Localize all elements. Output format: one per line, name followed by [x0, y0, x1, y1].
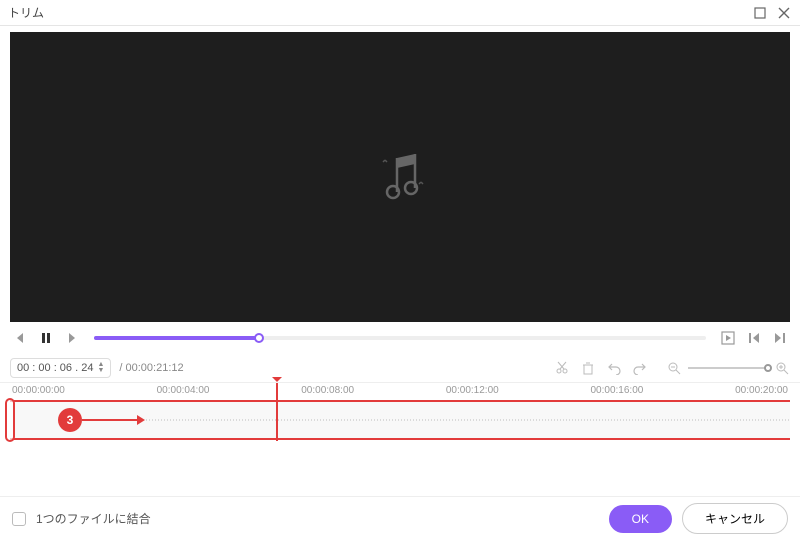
- ruler-tick: 00:00:12:00: [446, 385, 499, 396]
- maximize-button[interactable]: [752, 5, 768, 21]
- annotation-badge: 3: [58, 408, 82, 432]
- timecode-stepper[interactable]: ▲▼: [97, 362, 104, 374]
- titlebar: トリム: [0, 0, 800, 26]
- progress-fill: [94, 336, 259, 340]
- ruler-tick: 00:00:04:00: [157, 385, 210, 396]
- current-timecode: 00 : 00 : 06 . 24: [17, 362, 93, 374]
- player-controls: [0, 322, 800, 354]
- window-buttons: [752, 5, 792, 21]
- music-note-icon: [365, 142, 435, 212]
- timecode-row: 00 : 00 : 06 . 24 ▲▼ / 00:00:21:12: [0, 354, 800, 382]
- undo-icon[interactable]: [606, 360, 622, 376]
- preview-pane: [10, 32, 790, 322]
- progress-bar[interactable]: [94, 336, 706, 340]
- redo-icon[interactable]: [632, 360, 648, 376]
- duration-label: / 00:00:21:12: [119, 362, 183, 374]
- window-title: トリム: [8, 4, 752, 21]
- merge-label: 1つのファイルに結合: [36, 510, 151, 527]
- ruler-tick: 00:00:08:00: [301, 385, 354, 396]
- edit-tools: [554, 360, 648, 376]
- skip-start-button[interactable]: [744, 328, 764, 348]
- next-frame-button[interactable]: [62, 328, 82, 348]
- stop-button[interactable]: [718, 328, 738, 348]
- merge-checkbox[interactable]: [12, 512, 26, 526]
- annotation-arrow-icon: [82, 419, 142, 421]
- zoom-in-icon[interactable]: [774, 360, 790, 376]
- prev-frame-button[interactable]: [10, 328, 30, 348]
- skip-end-button[interactable]: [770, 328, 790, 348]
- current-timecode-input[interactable]: 00 : 00 : 06 . 24 ▲▼: [10, 358, 111, 378]
- ruler-tick: 00:00:16:00: [591, 385, 644, 396]
- cancel-button[interactable]: キャンセル: [682, 503, 788, 534]
- timeline-track[interactable]: 3: [10, 400, 790, 440]
- ruler-tick: 00:00:00:00: [12, 385, 65, 396]
- progress-thumb[interactable]: [254, 333, 264, 343]
- footer: 1つのファイルに結合 OK キャンセル: [0, 496, 800, 540]
- zoom-out-icon[interactable]: [666, 360, 682, 376]
- close-button[interactable]: [776, 5, 792, 21]
- cut-icon[interactable]: [554, 360, 570, 376]
- ok-button[interactable]: OK: [609, 505, 672, 533]
- delete-icon[interactable]: [580, 360, 596, 376]
- pause-button[interactable]: [36, 328, 56, 348]
- zoom-slider[interactable]: [688, 367, 768, 369]
- zoom-control: [666, 360, 790, 376]
- playhead-line[interactable]: [276, 400, 278, 440]
- timeline-ruler[interactable]: 00:00:00:00 00:00:04:00 00:00:08:00 00:0…: [0, 382, 800, 400]
- trim-handle[interactable]: [5, 398, 15, 442]
- zoom-thumb[interactable]: [764, 364, 772, 372]
- ruler-tick: 00:00:20:00: [735, 385, 788, 396]
